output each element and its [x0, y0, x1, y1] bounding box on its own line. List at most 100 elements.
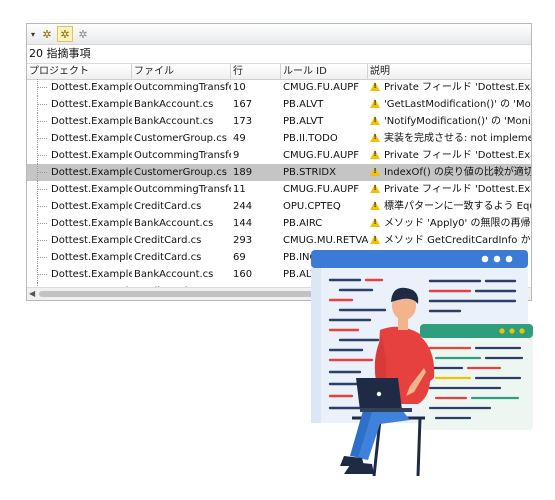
filter-bug-active-icon[interactable]: ✲: [57, 26, 73, 42]
line-cell: 160: [233, 269, 253, 280]
warning-icon: [370, 150, 380, 159]
column-header-rule-id[interactable]: ルール ID: [281, 64, 368, 79]
project-cell: Dottest.Example.E: [51, 167, 132, 178]
rule-id-cell: PB.INOE: [283, 252, 324, 263]
rule-id-cell: PB.STRIDX: [283, 167, 336, 178]
description-cell: 実装を完成させる: not implemen: [368, 130, 531, 147]
rule-id-cell: PB.ALVT: [283, 116, 324, 127]
column-header-project[interactable]: プロジェクト: [27, 64, 132, 79]
scroll-left-icon[interactable]: ◀: [29, 288, 35, 300]
table-row[interactable]: Dottest.Example.ECustomerGroup.cs 189 PB.S…: [27, 164, 531, 181]
table-row[interactable]: Dottest.Example.ECustomerGroup.cs 49 PB.II…: [27, 130, 531, 147]
tree-connector: [37, 164, 49, 181]
file-cell: BankAccount.cs: [134, 269, 214, 280]
warning-icon: [370, 218, 380, 227]
filter-bug-icon[interactable]: ✲: [39, 26, 55, 42]
description-cell: メソッド 'Apply0' の無限の再帰呼: [368, 215, 531, 232]
table-row[interactable]: Dottest.Example.EBankAccount.cs 173 PB.ALV…: [27, 113, 531, 130]
project-cell: Dottest.Example.E: [51, 218, 132, 229]
description-text: Private フィールド 'Dottest.Exa: [384, 150, 531, 161]
rule-id-cell: PB.AIRC: [283, 218, 323, 229]
table-row[interactable]: Dottest.Example.EOutcommingTransfer.10 CM…: [27, 79, 531, 96]
tree-connector: [37, 147, 49, 164]
tree-connector: [37, 215, 49, 232]
description-cell: [368, 249, 531, 266]
table-row[interactable]: Dottest.Example.ECreditCard.cs 244 OPU.CPT…: [27, 198, 531, 215]
description-text: 実装を完成させる: not implemen: [384, 133, 531, 144]
rule-id-cell: CMUG.MU.RETVAL: [283, 235, 368, 246]
line-cell: 167: [233, 99, 253, 110]
file-cell: CustomerGroup.cs: [134, 133, 227, 144]
tree-connector: [37, 266, 49, 283]
project-cell: Dottest.Example.E: [51, 269, 132, 280]
file-cell: OutcommingTransfer.: [134, 150, 231, 161]
description-cell: IndexOf() の戻り値の比較が適切: [368, 164, 531, 181]
table-row[interactable]: Dottest.Example.EOutcommingTransfer.11 CM…: [27, 181, 531, 198]
project-cell: Dottest.Example.E: [51, 99, 132, 110]
results-table-body: Dottest.Example.EOutcommingTransfer.10CM…: [27, 79, 531, 289]
rule-id-cell: CMUG.FU.AUPF: [283, 82, 360, 93]
line-cell: 11: [233, 184, 246, 195]
table-row[interactable]: Dottest.Example.ECreditCard.cs 293 CMUG.MU…: [27, 232, 531, 249]
table-row[interactable]: Dottest.Example.EBankAccount.cs 144 PB.AIR…: [27, 215, 531, 232]
settings-bug-icon[interactable]: ✲: [75, 26, 91, 42]
table-row[interactable]: Dottest.Example.EOutcommingTransfer.9 CMU…: [27, 147, 531, 164]
line-cell: 189: [233, 167, 253, 178]
rule-id-cell: PB.ALVT: [283, 99, 324, 110]
project-cell: Dottest.Example.E: [51, 150, 132, 161]
description-cell: 標準パターンに一致するよう Equ: [368, 198, 531, 215]
description-cell: メソッド GetCreditCardInfo から: [368, 232, 531, 249]
project-cell: Dottest.Example.E: [51, 116, 132, 127]
warning-icon: [370, 133, 380, 142]
file-cell: BankAccount.cs: [134, 218, 214, 229]
file-cell: OutcommingTransfer.: [134, 82, 231, 93]
project-cell: Dottest.Example.E: [51, 82, 132, 93]
tree-connector: [37, 249, 49, 266]
file-cell: CustomerGroup.cs: [134, 167, 227, 178]
description-text: 'NotifyModification()' の 'Monito: [384, 116, 531, 127]
line-cell: 69: [233, 252, 246, 263]
horizontal-scrollbar[interactable]: ◀: [27, 287, 531, 300]
line-cell: 244: [233, 201, 253, 212]
chair: [352, 416, 425, 477]
description-text: メソッド 'Apply0' の無限の再帰呼: [384, 218, 531, 229]
column-header-description[interactable]: 説明: [368, 64, 531, 79]
file-cell: BankAccount.cs: [134, 99, 214, 110]
results-toolbar: ▾ ✲ ✲ ✲: [27, 24, 531, 45]
code-window-front: [420, 324, 533, 430]
description-text: メソッド GetCreditCardInfo から: [384, 235, 531, 246]
findings-count: 20 指摘事項: [29, 47, 91, 60]
description-text: Private フィールド 'Dottest.Exa: [384, 184, 531, 195]
table-row[interactable]: Dottest.Example.ECreditCard.cs 69 PB.INOE: [27, 249, 531, 266]
code-analysis-results-window: ▾ ✲ ✲ ✲ 20 指摘事項 プロジェクト ファイル 行 ルール ID 説明 …: [26, 23, 532, 301]
file-cell: CreditCard.cs: [134, 235, 202, 246]
description-text: IndexOf() の戻り値の比較が適切: [384, 167, 531, 178]
line-cell: 9: [233, 150, 240, 161]
project-cell: Dottest.Example.E: [51, 201, 132, 212]
description-text: 'GetLastModification()' の 'Monit: [384, 99, 531, 110]
column-header-file[interactable]: ファイル: [132, 64, 231, 79]
description-cell: [368, 266, 531, 283]
file-cell: OutcommingTransfer.: [134, 184, 231, 195]
warning-icon: [370, 167, 380, 176]
table-row[interactable]: Dottest.Example.EBankAccount.cs 167 PB.ALV…: [27, 96, 531, 113]
description-cell: 'GetLastModification()' の 'Monit: [368, 96, 531, 113]
developer-person: [340, 287, 435, 474]
tree-connector: [37, 181, 49, 198]
rule-id-cell: PB.II.TODO: [283, 133, 338, 144]
column-header-line[interactable]: 行: [231, 64, 281, 79]
rule-id-cell: PB.ALVT: [283, 269, 324, 280]
file-cell: CreditCard.cs: [134, 201, 202, 212]
project-cell: Dottest.Example.E: [51, 133, 132, 144]
tree-connector: [37, 96, 49, 113]
description-cell: 'NotifyModification()' の 'Monito: [368, 113, 531, 130]
dropdown-arrow-icon[interactable]: ▾: [29, 26, 37, 42]
table-row[interactable]: Dottest.Example.EBankAccount.cs 160 PB.ALV…: [27, 266, 531, 283]
warning-icon: [370, 82, 380, 91]
description-cell: Private フィールド 'Dottest.Exa: [368, 181, 531, 198]
scrollbar-thumb[interactable]: [39, 291, 339, 297]
project-cell: Dottest.Example.E: [51, 235, 132, 246]
warning-icon: [370, 116, 380, 125]
line-cell: 10: [233, 82, 246, 93]
rule-id-cell: OPU.CPTEQ: [283, 201, 341, 212]
